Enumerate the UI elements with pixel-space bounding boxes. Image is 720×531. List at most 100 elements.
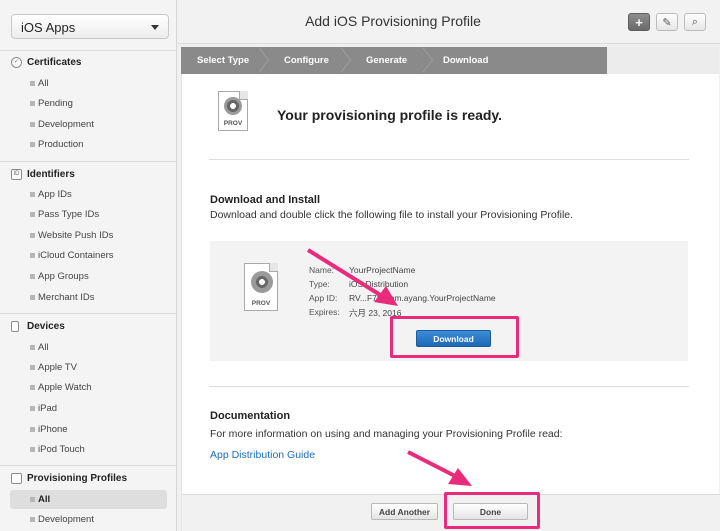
bullet-icon <box>30 81 35 86</box>
nav-label: Pending <box>38 98 73 109</box>
divider <box>209 159 689 160</box>
divider <box>0 313 176 314</box>
sidebar-item-certificates-production[interactable]: Production <box>10 135 167 154</box>
page-fold <box>239 91 248 100</box>
step-select-type: Select Type <box>197 55 250 66</box>
sidebar-item-profiles-all[interactable]: All <box>10 490 167 509</box>
download-install-text: Download and double click the following … <box>210 209 574 221</box>
add-another-button[interactable]: Add Another <box>371 503 438 520</box>
page-fold <box>269 263 278 272</box>
nav-label: iPad <box>38 403 58 414</box>
gear-icon <box>251 271 273 293</box>
profile-file-box: PROV Name: YourProjectName Type: iOS Distr… <box>210 241 688 361</box>
sidebar-item-certificates-development[interactable]: Development <box>10 115 167 134</box>
platform-select[interactable]: iOS Apps <box>11 14 169 39</box>
add-button[interactable]: + <box>628 13 650 31</box>
top-bar: Add iOS Provisioning Profile + ✎ ⌕ <box>178 0 720 44</box>
edit-button[interactable]: ✎ <box>656 13 678 31</box>
nav-label: Merchant IDs <box>38 292 95 303</box>
sidebar-item-iphone[interactable]: iPhone <box>10 420 167 439</box>
section-certificates: ✓ Certificates <box>11 55 81 69</box>
step-current-bg <box>607 47 719 74</box>
nav-label: Pass Type IDs <box>38 209 100 220</box>
bullet-icon <box>30 385 35 390</box>
sidebar-item-ipod-touch[interactable]: iPod Touch <box>10 440 167 459</box>
documentation-heading: Documentation <box>210 410 291 422</box>
nav-label: Development <box>38 119 94 130</box>
nav-label: All <box>38 494 51 505</box>
step-download: Download <box>443 55 489 66</box>
highlight-box <box>390 316 519 358</box>
step-separator <box>340 47 350 73</box>
section-identifiers: ID Identifiers <box>11 167 75 181</box>
bullet-icon <box>30 122 35 127</box>
profile-icon <box>11 472 22 484</box>
sidebar-item-website-push-ids[interactable]: Website Push IDs <box>10 226 167 245</box>
search-button[interactable]: ⌕ <box>684 13 706 31</box>
step-separator <box>506 47 516 73</box>
step-separator <box>258 47 268 73</box>
divider <box>0 465 176 466</box>
bullet-icon <box>30 274 35 279</box>
annotation-arrow <box>306 248 398 306</box>
sidebar-item-merchant-ids[interactable]: Merchant IDs <box>10 288 167 307</box>
bullet-icon <box>30 517 35 522</box>
gear-icon <box>224 97 242 115</box>
provisioning-file-icon: PROV <box>218 91 248 131</box>
step-separator <box>422 47 432 73</box>
app-distribution-guide-link[interactable]: App Distribution Guide <box>210 449 315 461</box>
arrow-head <box>448 468 472 486</box>
edit-icon: ✎ <box>662 16 672 29</box>
sidebar-item-devices-all[interactable]: All <box>10 338 167 357</box>
divider <box>0 161 176 162</box>
divider <box>0 50 176 51</box>
search-icon: ⌕ <box>691 15 699 28</box>
section-title: Devices <box>27 320 65 332</box>
arrow-shaft <box>306 248 384 298</box>
platform-select-value: iOS Apps <box>21 20 76 35</box>
page-title: Add iOS Provisioning Profile <box>305 13 481 29</box>
prov-label: PROV <box>251 300 271 307</box>
bullet-icon <box>30 212 35 217</box>
bullet-icon <box>30 497 35 502</box>
divider <box>209 386 689 387</box>
nav-label: Website Push IDs <box>38 230 114 241</box>
section-title: Provisioning Profiles <box>27 472 128 484</box>
main-panel: PROV Your provisioning profile is ready.… <box>181 74 720 531</box>
annotation-arrow <box>407 450 472 486</box>
bullet-icon <box>30 406 35 411</box>
bullet-icon <box>30 192 35 197</box>
sidebar-item-app-groups[interactable]: App Groups <box>10 267 167 286</box>
sidebar-item-app-ids[interactable]: App IDs <box>10 185 167 204</box>
sidebar-item-apple-tv[interactable]: Apple TV <box>10 358 167 377</box>
arrow-shaft <box>407 450 458 479</box>
sidebar-item-certificates-all[interactable]: All <box>10 74 167 93</box>
nav-label: All <box>38 342 49 353</box>
sidebar-item-certificates-pending[interactable]: Pending <box>10 94 167 113</box>
nav-label: iCloud Containers <box>38 250 114 261</box>
sidebar-item-apple-watch[interactable]: Apple Watch <box>10 378 167 397</box>
chevron-down-icon <box>151 25 159 30</box>
sidebar-item-ipad[interactable]: iPad <box>10 399 167 418</box>
nav-label: All <box>38 78 49 89</box>
bullet-icon <box>30 447 35 452</box>
sidebar-item-pass-type-ids[interactable]: Pass Type IDs <box>10 205 167 224</box>
sidebar-item-profiles-development[interactable]: Development <box>10 510 167 529</box>
arrow-head <box>374 286 398 306</box>
prov-label: PROV <box>223 120 243 127</box>
nav-label: App IDs <box>38 189 72 200</box>
section-provisioning-profiles: Provisioning Profiles <box>11 471 127 485</box>
certificate-icon: ✓ <box>11 56 22 68</box>
bullet-icon <box>30 253 35 258</box>
id-badge-icon: ID <box>11 168 22 180</box>
sidebar-item-icloud-containers[interactable]: iCloud Containers <box>10 246 167 265</box>
steps-bar: Select Type Configure Generate Download <box>181 47 719 74</box>
footer-bar: Add Another Done <box>182 492 720 531</box>
nav-label: iPod Touch <box>38 444 85 455</box>
download-install-heading: Download and Install <box>210 194 321 206</box>
device-icon <box>11 320 19 332</box>
provisioning-file-icon: PROV <box>244 263 278 311</box>
sidebar: iOS Apps ✓ Certificates All Pending Deve… <box>0 0 177 531</box>
add-icon: + <box>635 14 643 30</box>
nav-label: Production <box>38 139 84 150</box>
